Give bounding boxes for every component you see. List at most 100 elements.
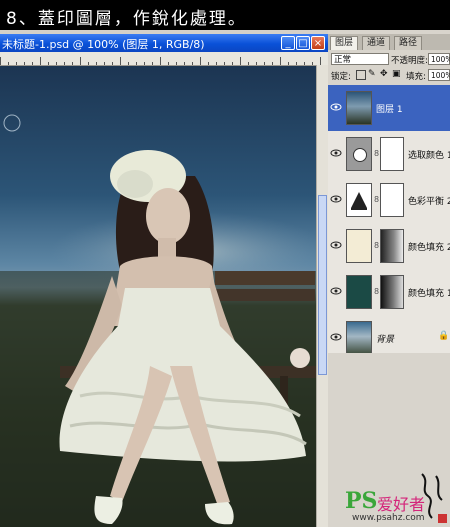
layer-name: 选取颜色 1: [408, 151, 450, 161]
layer-row-color-fill-2[interactable]: 8 颜色填充 2: [328, 223, 450, 270]
eye-icon[interactable]: [330, 239, 342, 251]
horizontal-ruler: [0, 52, 328, 66]
document-titlebar[interactable]: 未标题-1.psd @ 100% (图层 1, RGB/8) _ □ ×: [0, 34, 328, 52]
ruler-tick: [320, 57, 321, 65]
ruler-tick: [144, 62, 145, 65]
layer-mask-thumbnail: [380, 183, 404, 217]
ruler-tick: [192, 62, 193, 65]
ruler-tick: [176, 62, 177, 65]
color-balance-icon: [346, 183, 372, 217]
layer-name: 色彩平衡 2: [408, 197, 450, 207]
eye-icon[interactable]: [330, 285, 342, 297]
tutorial-step-text: 8、蓋印圖層，作銳化處理。: [6, 9, 247, 29]
watermark-ps-logo: PS: [345, 488, 378, 514]
layer-row-color-balance[interactable]: 8 色彩平衡 2: [328, 177, 450, 224]
ruler-tick: [0, 57, 1, 65]
face: [146, 188, 190, 244]
ruler-tick: [264, 62, 265, 65]
scrollbar-thumb[interactable]: [318, 195, 327, 375]
ruler-tick: [240, 57, 241, 65]
ruler-tick: [56, 62, 57, 65]
layer-mask-thumbnail: [380, 137, 404, 171]
opacity-input[interactable]: 100%: [428, 53, 450, 65]
fill-color-swatch: [346, 275, 372, 309]
bench-back: [215, 271, 315, 285]
ruler-tick: [216, 62, 217, 65]
blend-row: 正常 不透明度: 100%: [328, 52, 450, 68]
lock-transparent-icon[interactable]: [356, 70, 366, 80]
ruler-tick: [272, 62, 273, 65]
link-icon: 8: [374, 241, 380, 250]
ruler-tick: [104, 62, 105, 65]
watermark-url: www.psahz.com: [352, 513, 425, 523]
ruler-tick: [16, 62, 17, 65]
opacity-value: 100%: [431, 55, 450, 64]
ruler-tick: [128, 62, 129, 65]
lock-move-icon[interactable]: ✥: [380, 69, 388, 79]
layer-name: 图层 1: [376, 105, 403, 115]
layer-name: 背景: [376, 335, 395, 345]
fill-color-swatch: [346, 229, 372, 263]
ruler-tick: [152, 62, 153, 65]
ruler-tick: [256, 62, 257, 65]
fill-input[interactable]: 100%: [428, 69, 450, 81]
maximize-button[interactable]: □: [296, 36, 310, 50]
ruler-tick: [88, 62, 89, 65]
bench-back-slat: [215, 289, 315, 301]
eye-icon[interactable]: [330, 193, 342, 205]
ruler-tick: [200, 57, 201, 65]
brush-cursor: [3, 114, 21, 132]
blend-mode-select[interactable]: 正常: [331, 53, 389, 65]
flower-bouquet: [290, 348, 310, 368]
blend-mode-value: 正常: [334, 55, 352, 65]
layer-row-color-fill-1[interactable]: 8 颜色填充 1: [328, 269, 450, 316]
eye-icon[interactable]: [330, 331, 342, 343]
fascinator-bloom: [117, 170, 153, 198]
ruler-tick: [232, 62, 233, 65]
layer-mask-thumbnail: [380, 275, 404, 309]
selective-color-icon: [346, 137, 372, 171]
ruler-tick: [136, 62, 137, 65]
ruler-tick: [280, 57, 281, 65]
link-icon: 8: [374, 149, 380, 158]
layers-panel: 图层 通道 路径 正常 不透明度: 100% 锁定: ✎ ✥ ▣ 填充: 100…: [328, 30, 450, 527]
ruler-tick: [48, 62, 49, 65]
layer-mask-thumbnail: [380, 229, 404, 263]
photo-illustration: [0, 114, 316, 527]
layer-thumbnail: [346, 91, 372, 125]
vertical-scrollbar[interactable]: [316, 65, 328, 527]
ruler-tick: [296, 62, 297, 65]
ruler-tick: [304, 62, 305, 65]
ruler-tick: [224, 62, 225, 65]
layer-row-selective-color[interactable]: 8 选取颜色 1: [328, 131, 450, 178]
layer-name: 颜色填充 2: [408, 243, 450, 253]
ruler-tick: [32, 62, 33, 65]
close-button[interactable]: ×: [311, 36, 325, 50]
watermark-text: 爱好者: [377, 495, 426, 514]
image-canvas[interactable]: [0, 66, 316, 527]
tab-layers[interactable]: 图层: [330, 36, 359, 50]
minimize-button[interactable]: _: [281, 36, 295, 50]
ruler-tick: [112, 62, 113, 65]
eye-icon[interactable]: [330, 147, 342, 159]
tab-paths[interactable]: 路径: [394, 36, 423, 50]
ruler-tick: [8, 62, 9, 65]
tab-channels[interactable]: 通道: [362, 36, 391, 50]
ruler-tick: [168, 62, 169, 65]
lock-all-icon[interactable]: ▣: [392, 69, 401, 79]
ruler-tick: [120, 57, 121, 65]
lock-brush-icon[interactable]: ✎: [368, 69, 376, 79]
opacity-label: 不透明度:: [391, 56, 428, 66]
ruler-tick: [208, 62, 209, 65]
document-window: 未标题-1.psd @ 100% (图层 1, RGB/8) _ □ ×: [0, 30, 328, 527]
link-icon: 8: [374, 195, 380, 204]
ruler-tick: [40, 57, 41, 65]
eye-icon[interactable]: [330, 101, 342, 113]
layer-thumbnail: [346, 321, 372, 355]
layer-row-layer1[interactable]: 图层 1: [328, 85, 450, 132]
ruler-tick: [96, 62, 97, 65]
ruler-tick: [24, 62, 25, 65]
fill-value: 100%: [431, 71, 450, 80]
lock-row: 锁定: ✎ ✥ ▣ 填充: 100%: [328, 68, 450, 84]
ruler-tick: [312, 62, 313, 65]
